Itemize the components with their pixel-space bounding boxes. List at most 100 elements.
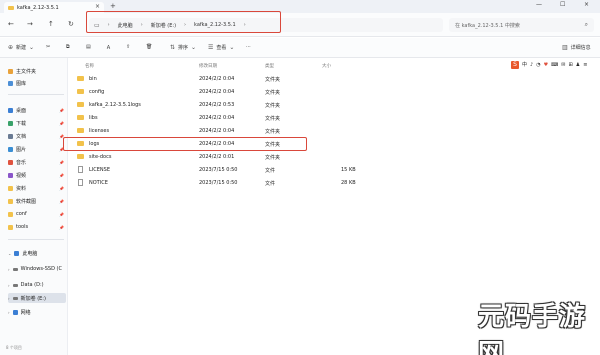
sidebar-item-gallery[interactable]: 图库 (8, 78, 66, 88)
share-icon[interactable]: ⇪ (126, 44, 130, 50)
sidebar-item-conf[interactable]: conf 📌 (8, 209, 66, 219)
view-button[interactable]: ☰ 查看 ⌄ (208, 44, 234, 51)
column-header-name[interactable]: 名称 (85, 63, 94, 69)
ime-icon[interactable]: ♟ (576, 62, 580, 68)
folder-icon (8, 5, 14, 10)
ime-mode[interactable]: 中 (522, 61, 527, 68)
sidebar-item-desktop[interactable]: 桌面 📌 (8, 105, 66, 115)
file-modified: 2024/2/2 0:04 (199, 115, 235, 121)
navigation-pane: 主文件夹 图库 桌面 📌 下载 📌 文档 📌 图片 📌 音乐 📌 视频 📌 资料… (0, 58, 68, 355)
sidebar-item-ziliao[interactable]: 资料 📌 (8, 183, 66, 193)
sort-button[interactable]: ⇅ 排序 ⌄ (170, 44, 196, 51)
column-header-size[interactable]: 大小 (322, 63, 331, 69)
table-row[interactable]: kafka_2.12-3.5.1logs 2024/2/2 0:53 文件夹 (73, 99, 593, 112)
chevron-right-icon: › (8, 295, 10, 301)
sidebar-item-drive-d[interactable]: › Data (D:) (8, 280, 66, 290)
table-row[interactable]: libs 2024/2/2 0:04 文件夹 (73, 112, 593, 125)
sidebar-item-videos[interactable]: 视频 📌 (8, 170, 66, 180)
address-input[interactable]: ▭ › 此电脑 › 新加卷 (E:) › kafka_2.12-3.5.1 › (89, 18, 443, 32)
pin-icon: 📌 (59, 133, 64, 139)
cut-icon[interactable]: ✂ (46, 44, 50, 50)
sidebar-item-music[interactable]: 音乐 📌 (8, 157, 66, 167)
table-row[interactable]: config 2024/2/2 0:04 文件夹 (73, 86, 593, 99)
file-size: 28 KB (341, 180, 356, 186)
table-row[interactable]: logs 2024/2/2 0:04 文件夹 (73, 138, 593, 151)
search-input[interactable]: 在 kafka_2.12-3.5.1 中搜索 ⌕ (449, 18, 594, 32)
ime-icon[interactable]: ⊞ (569, 62, 573, 68)
up-icon[interactable]: ↑ (48, 20, 54, 28)
sidebar-item-home[interactable]: 主文件夹 (8, 66, 66, 76)
new-button[interactable]: ⊕ 新建 ⌄ (8, 44, 34, 51)
sidebar-item-pictures[interactable]: 图片 📌 (8, 144, 66, 154)
file-type: 文件夹 (265, 142, 281, 148)
download-icon (8, 120, 13, 126)
ime-icon[interactable]: ⌨ (551, 62, 558, 68)
back-icon[interactable]: ← (8, 20, 14, 28)
sidebar-divider (8, 239, 64, 240)
network-icon (12, 309, 18, 315)
sidebar-item-network[interactable]: › 网络 (8, 307, 66, 317)
copy-icon[interactable]: ⧉ (66, 44, 70, 50)
ime-icon[interactable]: ♥ (544, 62, 548, 68)
address-bar-row: ← → ↑ ↻ ▭ › 此电脑 › 新加卷 (E:) › kafka_2.12-… (0, 13, 600, 37)
sidebar-item-this-pc[interactable]: ⌄ 此电脑 (8, 248, 66, 258)
sidebar-item-drive-e[interactable]: › 新加卷 (E:) (8, 293, 66, 303)
desktop-icon (8, 107, 13, 113)
delete-icon[interactable]: 🗑 (146, 44, 152, 50)
new-tab-icon[interactable]: + (110, 2, 116, 10)
tab-kafka[interactable]: kafka_2.12-3.5.1 × (4, 2, 104, 13)
breadcrumb-drive-e[interactable]: 新加卷 (E:) (151, 22, 176, 29)
refresh-icon[interactable]: ↻ (68, 20, 74, 28)
table-row[interactable]: bin 2024/2/2 0:04 文件夹 (73, 73, 593, 86)
watermark-text: 元码手游网 (478, 302, 587, 355)
paste-icon[interactable]: ▤ (86, 44, 91, 50)
table-row[interactable]: LICENSE 2023/7/15 0:50 文件 15 KB (73, 164, 593, 177)
table-row[interactable]: site-docs 2024/2/2 0:01 文件夹 (73, 151, 593, 164)
forward-icon[interactable]: → (27, 20, 33, 28)
details-button[interactable]: ▥ 详细信息 (562, 44, 591, 51)
sidebar-item-label: 图库 (16, 80, 27, 87)
ime-icon[interactable]: ✉ (561, 62, 565, 68)
sidebar-item-tools[interactable]: tools 📌 (8, 222, 66, 232)
tab-close-icon[interactable]: × (95, 3, 100, 10)
file-name: bin (89, 76, 97, 82)
window-close-icon[interactable]: × (584, 1, 589, 8)
table-row[interactable]: NOTICE 2023/7/15 0:50 文件 28 KB (73, 177, 593, 190)
ime-icon[interactable]: ≡ (583, 62, 587, 68)
documents-icon (8, 133, 13, 139)
sidebar-item-label: 文档 (16, 133, 27, 140)
file-name: logs (89, 141, 100, 147)
minimize-icon[interactable]: — (536, 1, 542, 8)
ime-icon[interactable]: ♪ (530, 62, 533, 68)
sidebar-item-downloads[interactable]: 下载 📌 (8, 118, 66, 128)
search-placeholder: 在 kafka_2.12-3.5.1 中搜索 (455, 22, 520, 29)
folder-icon (77, 141, 84, 146)
sort-icon: ⇅ (170, 44, 176, 51)
maximize-icon[interactable]: ☐ (560, 1, 565, 8)
file-modified: 2024/2/2 0:01 (199, 154, 235, 160)
ime-toolbar[interactable]: S 中 ♪ ◔ ♥ ⌨ ✉ ⊞ ♟ ≡ (511, 60, 587, 69)
status-item-count: 8 个项目 (6, 345, 22, 350)
drive-icon (12, 296, 18, 300)
file-modified: 2024/2/2 0:04 (199, 89, 235, 95)
file-modified: 2024/2/2 0:04 (199, 76, 235, 82)
sidebar-item-screenshots[interactable]: 软件截图 📌 (8, 196, 66, 206)
file-name: NOTICE (89, 180, 108, 186)
pin-icon: 📌 (59, 120, 64, 126)
breadcrumb-this-pc[interactable]: 此电脑 (118, 22, 133, 29)
column-header-modified[interactable]: 修改日期 (199, 63, 217, 69)
breadcrumb-kafka[interactable]: kafka_2.12-3.5.1 (194, 22, 236, 28)
ime-icon[interactable]: ◔ (536, 62, 540, 68)
crumb-separator: › (107, 22, 110, 28)
sidebar-item-documents[interactable]: 文档 📌 (8, 131, 66, 141)
chevron-down-icon: ⌄ (8, 250, 12, 256)
folder-icon (77, 154, 84, 159)
table-row[interactable]: licenses 2024/2/2 0:04 文件夹 (73, 125, 593, 138)
column-header-type[interactable]: 类型 (265, 63, 274, 69)
more-button[interactable]: ··· (246, 44, 251, 50)
rename-icon[interactable]: Ａ (106, 44, 111, 51)
sidebar-divider (8, 94, 64, 95)
file-size: 15 KB (341, 167, 356, 173)
sidebar-item-label: 新加卷 (E:) (20, 295, 46, 302)
sidebar-item-drive-c[interactable]: › Windows-SSD (C (8, 264, 66, 274)
